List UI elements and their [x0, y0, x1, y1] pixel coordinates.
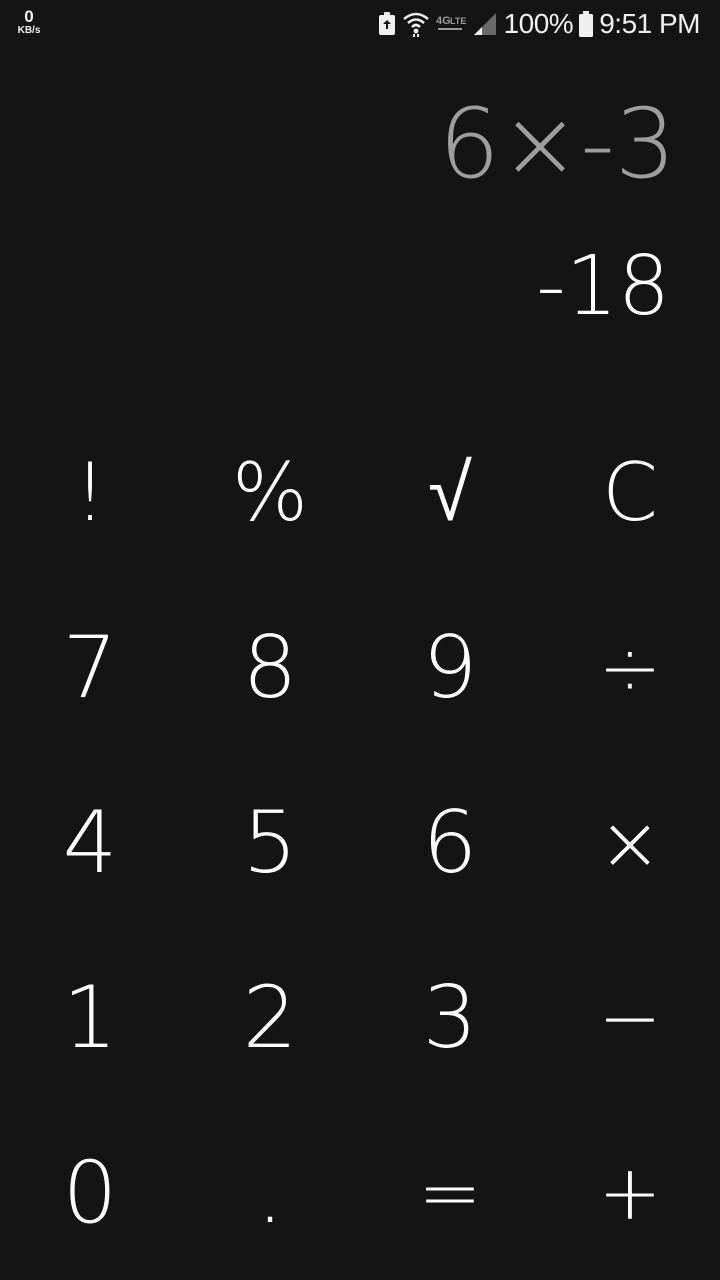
- expression-display: 6×-3: [438, 88, 676, 200]
- result-display: -18: [536, 239, 670, 334]
- clock: 9:51 PM: [599, 8, 700, 39]
- digit-3-key[interactable]: 3: [360, 930, 540, 1105]
- svg-text:LTE: LTE: [450, 16, 466, 26]
- lte-icon: 4G LTE: [436, 12, 466, 36]
- digit-6-key[interactable]: 6: [360, 755, 540, 930]
- multiply-key[interactable]: ×: [540, 755, 720, 930]
- network-speed-value: 0: [24, 7, 34, 26]
- digit-1-key[interactable]: 1: [0, 930, 180, 1105]
- wifi-icon: [402, 11, 430, 37]
- add-key[interactable]: +: [540, 1105, 720, 1280]
- digit-7-key[interactable]: 7: [0, 580, 180, 755]
- percent-key[interactable]: %: [180, 405, 360, 580]
- status-bar: 0 KB/s 4G LTE 100% 9:51 PM: [0, 0, 720, 48]
- network-speed-indicator: 0 KB/s: [12, 8, 46, 36]
- digit-2-key[interactable]: 2: [180, 930, 360, 1105]
- keypad: ! % √ C 7 8 9 ÷ 4 5 6 × 1 2 3 − 0 . = +: [0, 405, 720, 1280]
- calculator-display: 6×-3 -18: [0, 48, 720, 408]
- equals-key[interactable]: =: [360, 1105, 540, 1280]
- digit-4-key[interactable]: 4: [0, 755, 180, 930]
- factorial-key[interactable]: !: [0, 405, 180, 580]
- digit-5-key[interactable]: 5: [180, 755, 360, 930]
- battery-percent: 100%: [503, 8, 574, 39]
- square-root-key[interactable]: √: [360, 405, 540, 580]
- clear-key[interactable]: C: [540, 405, 720, 580]
- cell-signal-icon: [472, 11, 498, 37]
- digit-0-key[interactable]: 0: [0, 1105, 180, 1280]
- svg-text:4G: 4G: [436, 15, 451, 27]
- battery-saver-icon: [378, 12, 396, 36]
- divide-key[interactable]: ÷: [540, 580, 720, 755]
- status-icons: 4G LTE 100% 9:51 PM: [378, 0, 700, 48]
- digit-9-key[interactable]: 9: [360, 580, 540, 755]
- digit-8-key[interactable]: 8: [180, 580, 360, 755]
- decimal-point-key[interactable]: .: [180, 1105, 360, 1280]
- battery-icon: [579, 11, 594, 37]
- subtract-key[interactable]: −: [540, 930, 720, 1105]
- network-speed-unit: KB/s: [17, 25, 41, 36]
